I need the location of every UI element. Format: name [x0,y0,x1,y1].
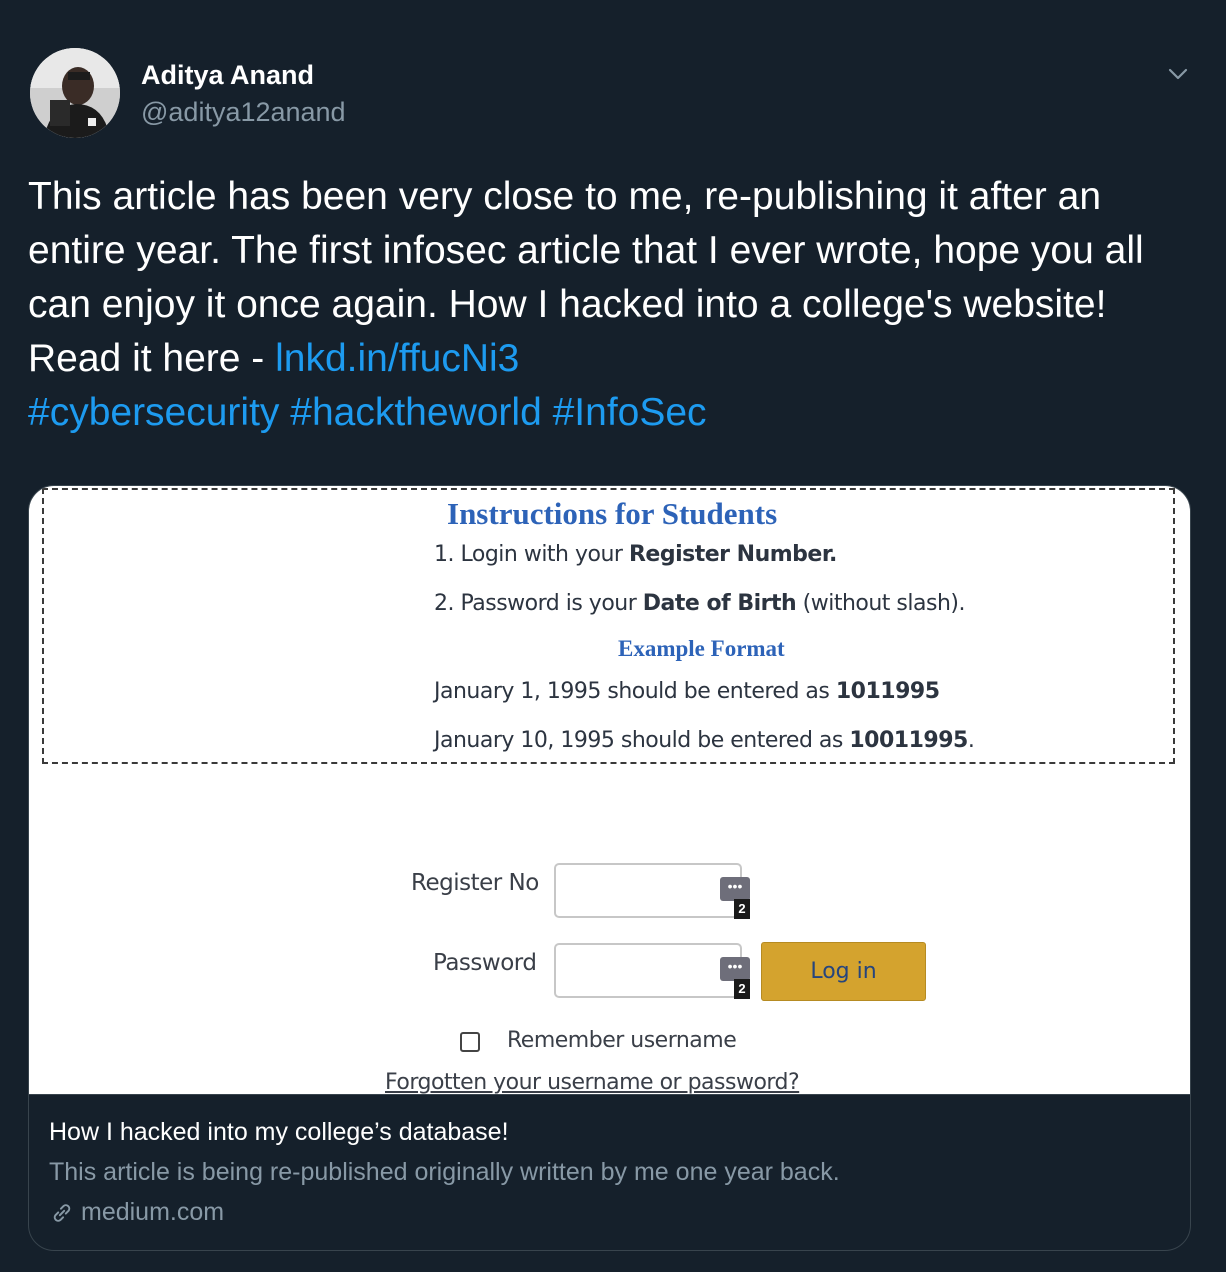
example-line-2: January 10, 1995 should be entered as 10… [434,728,975,753]
password-manager-icon: ••• [720,957,750,981]
example-line-1: January 1, 1995 should be entered as 101… [434,679,940,704]
instruction-line-2: 2. Password is your Date of Birth (witho… [434,591,965,616]
avatar[interactable] [30,48,120,138]
card-description: This article is being re-published origi… [49,1158,840,1186]
link-icon [53,1203,71,1222]
login-button: Log in [761,942,926,1001]
tweet-text: This article has been very close to me, … [28,170,1203,440]
remember-checkbox [460,1032,480,1052]
register-no-input: ••• 2 [554,863,750,919]
hashtag-hacktheworld[interactable]: #hacktheworld [290,391,541,434]
instruction-line-1: 1. Login with your Register Number. [434,542,837,567]
card-domain-text: medium.com [81,1198,225,1226]
tweet-read-prompt: Read it here - [28,337,276,380]
password-input: ••• 2 [554,943,750,999]
author-name[interactable]: Aditya Anand [141,60,314,91]
instructions-box: Instructions for Students 1. Login with … [42,488,1175,764]
password-manager-count: 2 [734,979,750,999]
forgot-link: Forgotten your username or password? [385,1070,800,1094]
card-title[interactable]: How I hacked into my college’s database! [49,1118,509,1147]
card-image: Instructions for Students 1. Login with … [29,486,1190,1094]
example-format-title: Example Format [618,636,785,661]
tweet-body: This article has been very close to me, … [28,175,1144,326]
remember-label: Remember username [507,1028,737,1053]
article-link[interactable]: lnkd.in/ffucNi3 [275,337,519,380]
hashtag-infosec[interactable]: #InfoSec [553,391,707,434]
author-handle[interactable]: @aditya12anand [141,97,346,128]
chevron-down-icon[interactable] [1164,60,1192,88]
password-manager-icon: ••• [720,877,750,901]
link-preview-card[interactable]: Instructions for Students 1. Login with … [28,485,1191,1251]
hashtag-cybersecurity[interactable]: #cybersecurity [28,391,279,434]
card-domain[interactable]: medium.com [49,1198,224,1227]
avatar-photo [30,48,120,138]
register-no-label: Register No [411,870,539,896]
instructions-title: Instructions for Students [447,496,778,531]
password-label: Password [433,950,537,976]
password-manager-count: 2 [734,899,750,919]
card-divider [29,1094,1190,1095]
